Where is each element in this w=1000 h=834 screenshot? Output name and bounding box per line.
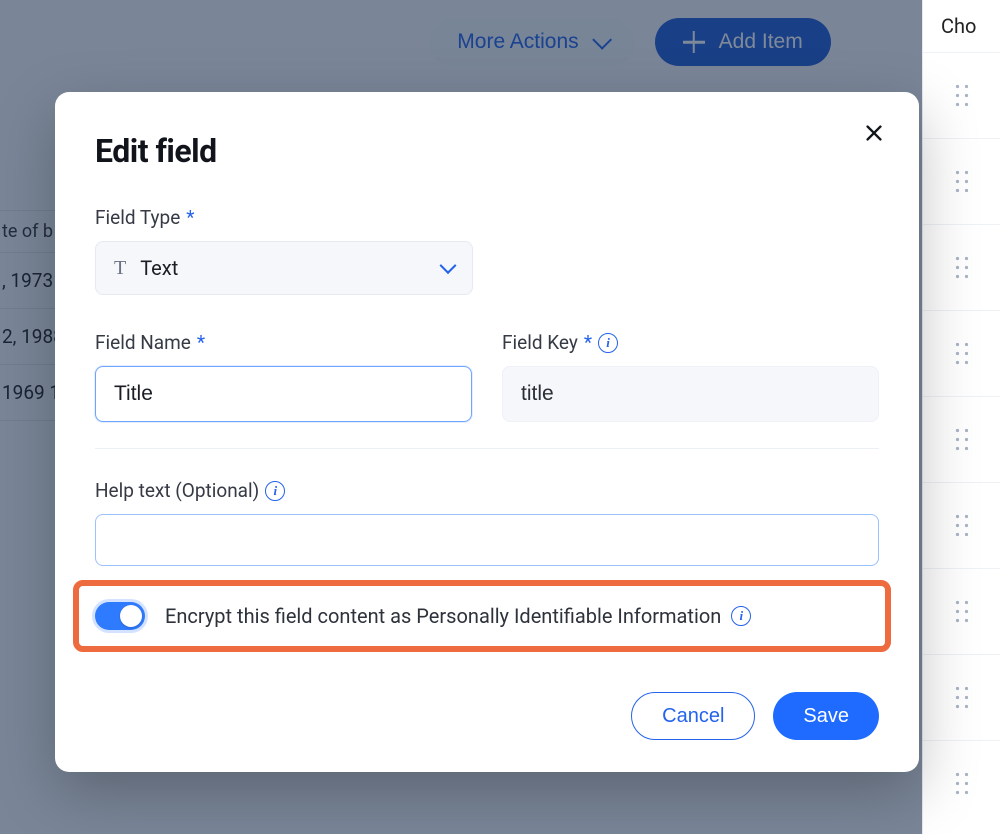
list-item[interactable]	[923, 654, 1000, 740]
drag-handle-icon	[953, 168, 971, 196]
help-text-input[interactable]	[95, 514, 879, 566]
info-icon[interactable]: i	[265, 481, 285, 501]
info-icon[interactable]: i	[598, 333, 618, 353]
list-item[interactable]	[923, 224, 1000, 310]
encrypt-row: Encrypt this field content as Personally…	[91, 598, 871, 634]
required-asterisk: *	[197, 331, 205, 354]
field-name-label: Field Name *	[95, 331, 472, 354]
required-asterisk: *	[584, 331, 592, 354]
list-item[interactable]	[923, 138, 1000, 224]
drag-handle-icon	[953, 598, 971, 626]
list-item[interactable]	[923, 396, 1000, 482]
list-item[interactable]	[923, 52, 1000, 138]
field-key-label: Field Key * i	[502, 331, 879, 354]
drag-handle-icon	[953, 770, 971, 798]
toggle-knob	[120, 605, 142, 627]
field-type-value: Text	[140, 256, 178, 280]
field-type-section: Field Type * T Text	[95, 206, 879, 295]
list-item[interactable]	[923, 740, 1000, 826]
encrypt-label: Encrypt this field content as Personally…	[165, 604, 867, 628]
field-type-label: Field Type *	[95, 206, 879, 229]
drag-handle-icon	[953, 82, 971, 110]
close-icon	[863, 122, 885, 144]
help-text-section: Help text (Optional) i	[95, 479, 879, 566]
save-button[interactable]: Save	[773, 692, 879, 740]
field-name-input[interactable]	[95, 366, 472, 422]
right-panel: Cho	[922, 0, 1000, 834]
modal-footer: Cancel Save	[95, 692, 879, 740]
field-name-section: Field Name *	[95, 331, 472, 422]
close-button[interactable]	[859, 118, 889, 148]
chevron-down-icon	[440, 257, 457, 274]
list-item[interactable]	[923, 310, 1000, 396]
encrypt-highlight: Encrypt this field content as Personally…	[73, 580, 891, 652]
right-panel-header: Cho	[923, 0, 1000, 52]
modal-title: Edit field	[95, 132, 879, 170]
drag-handle-icon	[953, 426, 971, 454]
required-asterisk: *	[186, 206, 194, 229]
list-item[interactable]	[923, 482, 1000, 568]
field-type-select[interactable]: T Text	[95, 241, 473, 295]
encrypt-toggle[interactable]	[95, 602, 145, 630]
field-key-input[interactable]	[502, 366, 879, 422]
name-key-row: Field Name * Field Key * i	[95, 331, 879, 422]
cancel-button[interactable]: Cancel	[631, 692, 755, 740]
drag-handle-icon	[953, 340, 971, 368]
help-text-label: Help text (Optional) i	[95, 479, 879, 502]
divider	[95, 448, 879, 449]
info-icon[interactable]: i	[731, 606, 751, 626]
edit-field-modal: Edit field Field Type * T Text Field Nam…	[55, 92, 919, 772]
drag-handle-icon	[953, 684, 971, 712]
drag-handle-icon	[953, 254, 971, 282]
field-key-section: Field Key * i	[502, 331, 879, 422]
text-type-icon: T	[114, 257, 126, 280]
list-item[interactable]	[923, 568, 1000, 654]
drag-handle-icon	[953, 512, 971, 540]
